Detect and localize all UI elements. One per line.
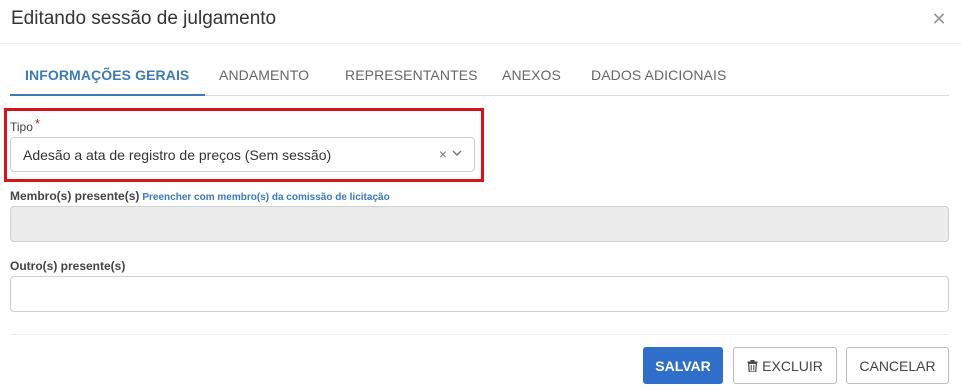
membros-label: Membro(s) presente(s) Preencher com membr… [10, 189, 390, 203]
fill-members-link[interactable]: Preencher com membro(s) da comissão de l… [142, 192, 389, 203]
tipo-select[interactable]: Adesão a ata de registro de preços (Sem … [10, 137, 475, 172]
active-tab-indicator [10, 94, 205, 96]
outros-label: Outro(s) presente(s) [10, 259, 125, 273]
tab-informacoes-gerais[interactable]: INFORMAÇÕES GERAIS [25, 67, 189, 83]
membros-field [11, 207, 948, 241]
membros-input [10, 206, 949, 242]
delete-button[interactable]: EXCLUIR [733, 347, 837, 384]
tab-andamento[interactable]: ANDAMENTO [219, 67, 309, 83]
membros-label-text: Membro(s) presente(s) [10, 189, 140, 203]
tipo-select-value: Adesão a ata de registro de preços (Sem … [23, 147, 332, 163]
close-icon[interactable]: ✕ [930, 10, 948, 28]
outros-field[interactable] [11, 277, 948, 311]
tab-representantes[interactable]: REPRESENTANTES [345, 67, 478, 83]
clear-icon[interactable]: × [439, 146, 447, 162]
outros-label-text: Outro(s) presente(s) [10, 259, 126, 273]
tab-bar: INFORMAÇÕES GERAIS ANDAMENTO REPRESENTAN… [10, 58, 949, 96]
cancel-button[interactable]: CANCELAR [846, 347, 949, 384]
tab-dados-adicionais[interactable]: DADOS ADICIONAIS [591, 67, 726, 83]
required-mark: * [34, 116, 40, 131]
dialog-header: Editando sessão de julgamento ✕ [0, 0, 961, 44]
footer-divider [10, 334, 949, 335]
save-button[interactable]: SALVAR [643, 347, 723, 384]
tipo-label-text: Tipo [10, 120, 33, 134]
tab-anexos[interactable]: ANEXOS [502, 67, 561, 83]
outros-input[interactable] [10, 276, 949, 312]
dialog-title: Editando sessão de julgamento [11, 8, 277, 29]
chevron-down-icon[interactable] [451, 147, 463, 159]
tipo-label: Tipo * [10, 116, 40, 134]
trash-icon [747, 359, 758, 372]
delete-button-label: EXCLUIR [762, 357, 823, 374]
